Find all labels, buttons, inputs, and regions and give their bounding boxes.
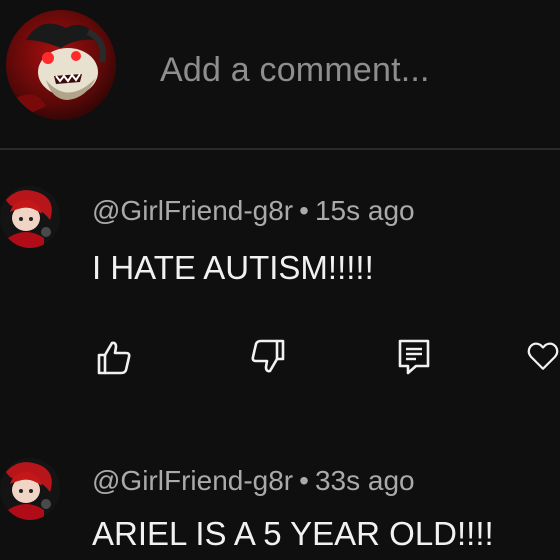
heart-button[interactable] xyxy=(526,334,560,378)
commenter-avatar[interactable] xyxy=(0,458,60,520)
dislike-button[interactable] xyxy=(246,334,290,378)
avatar-image xyxy=(0,458,60,520)
thumbs-up-icon xyxy=(97,341,131,375)
comment-item: @GirlFriend-g8r • 15s ago I HATE AUTISM!!!… xyxy=(0,178,560,398)
comment-item: @GirlFriend-g8r • 33s ago ARIEL IS A 5 YEA… xyxy=(0,452,560,560)
comment-meta: @GirlFriend-g8r • 33s ago xyxy=(92,464,415,498)
comment-time: 33s ago xyxy=(314,465,415,496)
comment-time: 15s ago xyxy=(314,195,415,226)
meta-separator: • xyxy=(299,195,309,226)
thumbs-down-icon xyxy=(251,339,285,373)
heart-icon xyxy=(527,342,559,370)
comments-panel: Add a comment... @GirlFriend-g8r • 15s ago… xyxy=(0,0,560,560)
comment-author[interactable]: @GirlFriend-g8r xyxy=(92,465,293,496)
comment-author[interactable]: @GirlFriend-g8r xyxy=(92,195,293,226)
comment-text: ARIEL IS A 5 YEAR OLD!!!! xyxy=(92,515,494,552)
avatar-image xyxy=(6,10,116,120)
divider xyxy=(0,148,560,150)
reply-icon xyxy=(398,339,430,375)
comment-text: I HATE AUTISM!!!!! xyxy=(92,249,374,286)
comment-meta: @GirlFriend-g8r • 15s ago xyxy=(92,194,415,228)
commenter-avatar[interactable] xyxy=(0,186,60,248)
comment-composer: Add a comment... xyxy=(0,0,560,150)
user-avatar[interactable] xyxy=(6,10,116,120)
add-comment-input[interactable]: Add a comment... xyxy=(160,50,430,90)
avatar-image xyxy=(0,186,60,248)
reply-button[interactable] xyxy=(392,334,436,378)
like-button[interactable] xyxy=(92,336,136,380)
meta-separator: • xyxy=(299,465,309,496)
